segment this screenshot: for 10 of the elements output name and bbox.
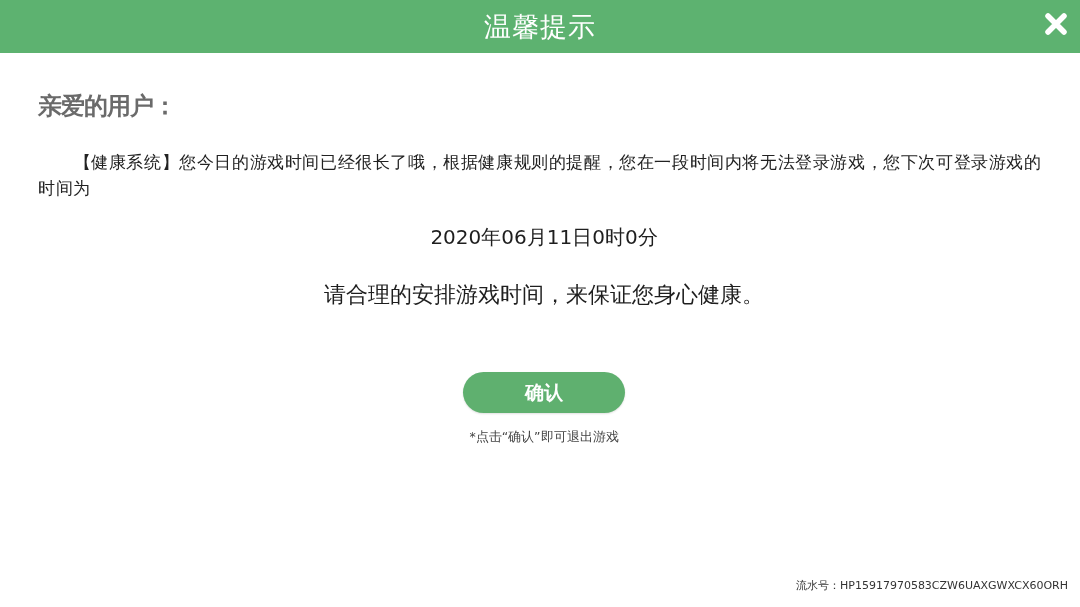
greeting-text: 亲爱的用户：: [38, 93, 176, 119]
confirm-button[interactable]: 确认: [463, 372, 625, 413]
close-button[interactable]: [1044, 12, 1068, 36]
serial-number: 流水号：HP15917970583CZW6UAXGWXCX60ORH: [796, 579, 1068, 593]
message-text: 【健康系统】您今日的游戏时间已经很长了哦，根据健康规则的提醒，您在一段时间内将无法登录游戏，您下次可登录游戏的时间为: [38, 151, 1043, 200]
close-icon: [1044, 12, 1068, 36]
exit-note: *点击“确认”即可退出游戏: [469, 429, 619, 445]
advice-text: 请合理的安排游戏时间，来保证您身心健康。: [324, 281, 764, 309]
window-title: 温馨提示: [484, 9, 596, 44]
next-login-time: 2020年06月11日0时0分: [430, 224, 658, 251]
